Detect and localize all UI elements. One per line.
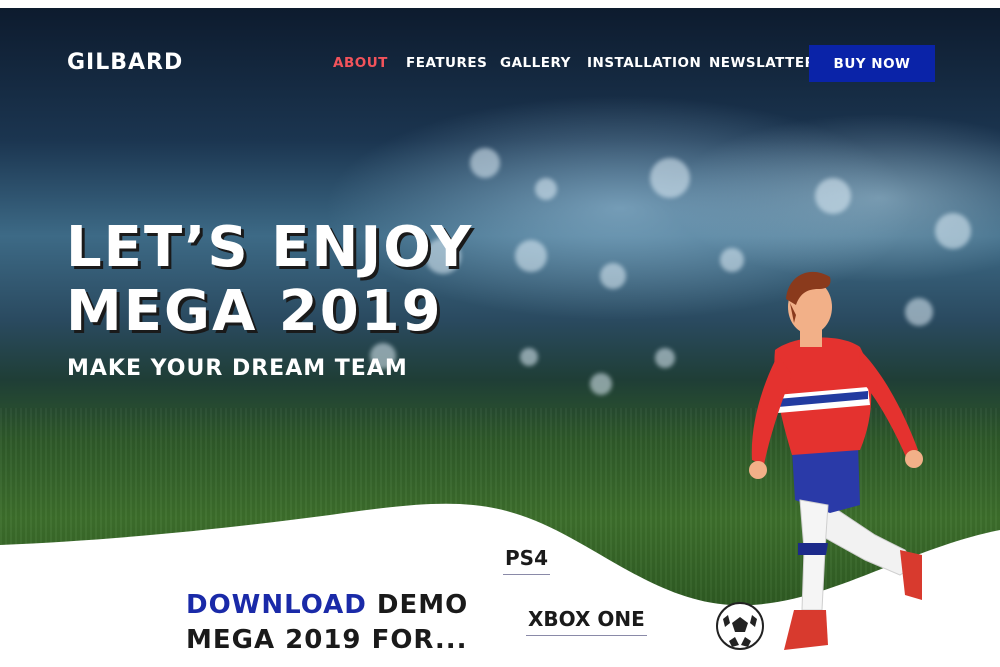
hero-tagline: MAKE YOUR DREAM TEAM [67,356,408,381]
bokeh-light [535,178,557,200]
bokeh-light [470,148,500,178]
download-heading: DOWNLOAD DEMO MEGA 2019 FOR... [186,588,468,658]
bokeh-light [600,263,626,289]
bokeh-light [815,178,851,214]
bokeh-light [935,213,971,249]
brand-logo[interactable]: GILBARD [67,50,183,75]
soccer-ball-icon [716,602,764,650]
headline-line-2: MEGA 2019 [66,279,443,344]
platform-xbox-one-link[interactable]: XBOX ONE [526,603,647,636]
platform-ps4-link[interactable]: PS4 [503,542,550,575]
bokeh-light [655,348,675,368]
bokeh-light [515,240,547,272]
landing-page: GILBARD ABOUT FEATURES GALLERY INSTALLAT… [0,0,1000,667]
bokeh-light [650,158,690,198]
nav-item-about[interactable]: ABOUT [333,55,388,71]
headline-line-1: LET’S ENJOY [66,215,474,280]
bokeh-light [520,348,538,366]
download-line2: MEGA 2019 FOR... [186,625,468,655]
nav-item-gallery[interactable]: GALLERY [500,55,571,71]
bokeh-light [590,373,612,395]
nav-item-installation[interactable]: INSTALLATION [587,55,701,71]
hero-headline: LET’S ENJOY MEGA 2019 [66,216,473,344]
buy-now-button[interactable]: BUY NOW [809,45,935,82]
nav-item-newsletter[interactable]: NEWSLATTER [709,55,815,71]
nav-item-features[interactable]: FEATURES [406,55,487,71]
download-line1-rest: DEMO [366,590,469,620]
download-highlight: DOWNLOAD [186,590,367,620]
